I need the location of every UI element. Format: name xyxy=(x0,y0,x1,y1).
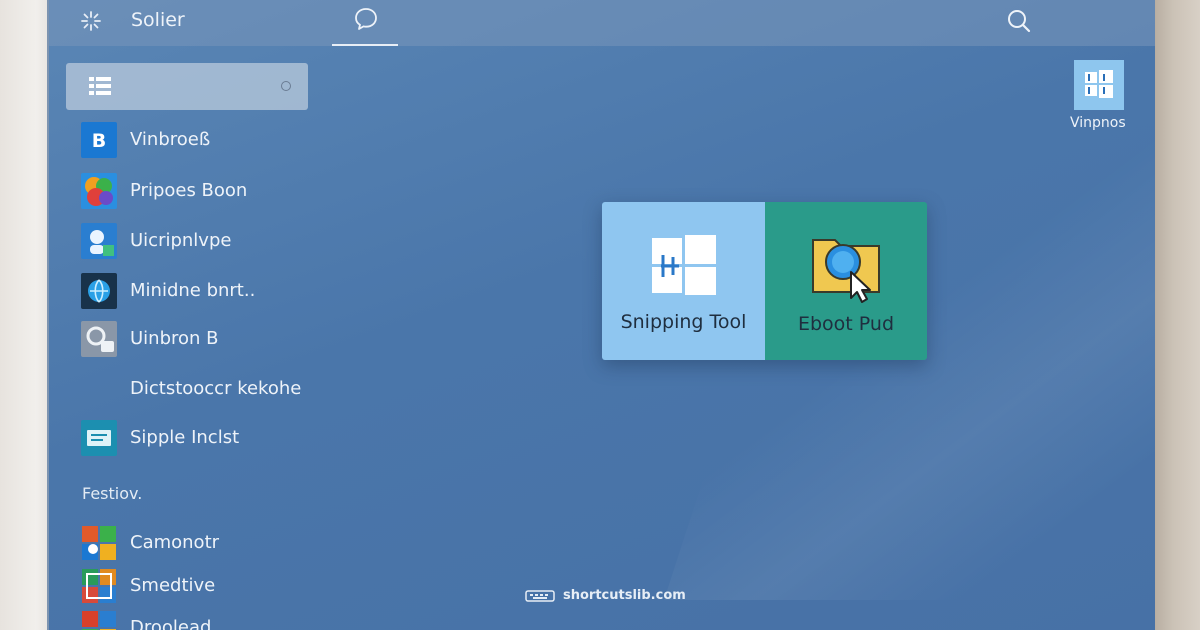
multicolor-grid-icon xyxy=(82,611,116,630)
start-search-box[interactable] xyxy=(66,63,308,110)
app-list-item[interactable]: Dictstooccr kekohe xyxy=(81,369,311,409)
watermark-text: shortcutslib.com xyxy=(563,588,686,603)
app-list-item[interactable]: Droolead xyxy=(81,608,311,630)
search-icon[interactable] xyxy=(1005,7,1033,35)
app-title: Solier xyxy=(131,9,185,31)
windows-logo-icon xyxy=(652,235,716,295)
desktop-shortcut-label: Vinpnos xyxy=(1070,115,1126,131)
tile-label: Eboot Pud xyxy=(797,313,895,335)
list-icon xyxy=(89,77,111,95)
colorful-app-icon xyxy=(81,173,117,209)
app-launcher-popup: Snipping Tool Eboot Pud xyxy=(602,202,927,360)
blue-b-app-icon: B xyxy=(81,122,117,158)
app-label: Smedtive xyxy=(130,575,216,596)
app-label: Droolead xyxy=(130,617,212,630)
chat-bubble-icon xyxy=(355,8,377,30)
app-label: Pripoes Boon xyxy=(130,180,248,201)
gray-gear-app-icon xyxy=(81,321,117,357)
folder-magnifier-icon xyxy=(812,239,880,303)
section-heading: Festiov. xyxy=(82,484,143,503)
app-list-item[interactable]: B Vinbroeß xyxy=(81,120,311,160)
desktop-shortcut-tile xyxy=(1074,60,1124,110)
app-list-item[interactable]: Uinbron B xyxy=(81,319,311,359)
desktop-shortcut[interactable]: Vinpnos xyxy=(1070,60,1134,134)
app-label: Uinbron B xyxy=(130,328,219,349)
blue-person-app-icon xyxy=(81,223,117,259)
chat-tab[interactable] xyxy=(332,0,398,46)
svg-text:B: B xyxy=(92,130,106,152)
app-label: Camonotr xyxy=(130,532,220,553)
app-label: Vinbroeß xyxy=(130,129,211,150)
tile-label: Snipping Tool xyxy=(620,311,747,333)
app-label: Sipple Inclst xyxy=(130,427,240,448)
snipping-tool-tile[interactable]: Snipping Tool xyxy=(602,202,765,360)
background-wall-right xyxy=(1155,0,1200,630)
sparkle-logo-icon[interactable] xyxy=(79,9,103,33)
multicolor-grid-icon xyxy=(82,569,116,603)
keyboard-icon xyxy=(525,589,555,602)
active-tab-indicator xyxy=(332,44,398,46)
app-label: Uicripnlvpe xyxy=(130,230,232,251)
app-list-item[interactable]: Camonotr xyxy=(81,523,311,563)
eboot-pud-tile[interactable]: Eboot Pud xyxy=(765,202,927,360)
app-list-item[interactable]: Minidne bnrt.. xyxy=(81,271,311,311)
top-bar: Solier xyxy=(49,0,1155,46)
app-label: Dictstooccr kekohe xyxy=(130,378,302,399)
desktop-screen: Solier B Vinbroeß Pripoes Boon Uicripnlv… xyxy=(47,0,1155,630)
app-list-item[interactable]: Pripoes Boon xyxy=(81,171,311,211)
search-status-dot xyxy=(281,81,291,91)
app-list-item[interactable]: Sipple Inclst xyxy=(81,418,311,458)
multicolor-grid-icon xyxy=(82,526,116,560)
app-label: Minidne bnrt.. xyxy=(130,280,256,301)
dark-globe-app-icon xyxy=(81,273,117,309)
app-list-item[interactable]: Uicripnlvpe xyxy=(81,221,311,261)
watermark: shortcutslib.com xyxy=(525,588,686,603)
windows-logo-icon xyxy=(1085,70,1113,98)
app-list-item[interactable]: Smedtive xyxy=(81,566,311,606)
teal-note-app-icon xyxy=(81,420,117,456)
